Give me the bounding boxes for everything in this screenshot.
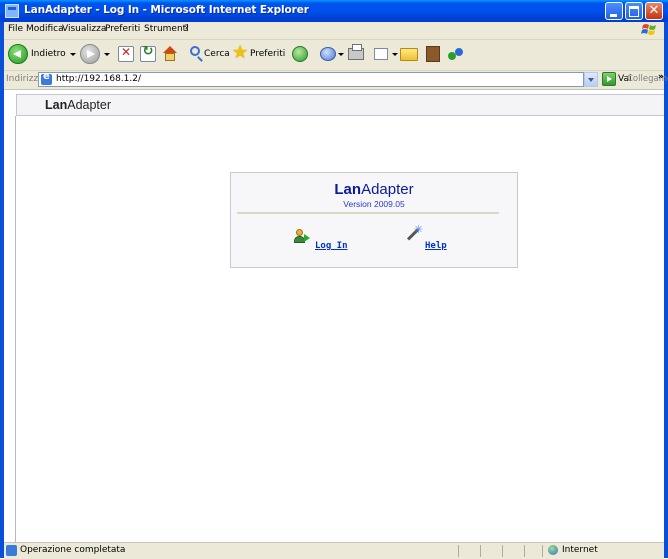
menu-strumenti[interactable]: Strumenti xyxy=(144,24,189,34)
close-icon: ✕ xyxy=(648,3,660,18)
help-link-label[interactable]: Help xyxy=(425,241,447,251)
magic-wand-icon[interactable]: ✳ xyxy=(403,223,423,245)
forward-dropdown-icon[interactable] xyxy=(104,53,110,56)
research-icon[interactable] xyxy=(426,46,440,62)
close-button[interactable]: ✕ xyxy=(645,2,663,20)
version-label: Version 2009.05 xyxy=(343,199,405,209)
print-icon[interactable] xyxy=(348,44,364,60)
status-divider xyxy=(458,545,459,557)
messenger-icon[interactable] xyxy=(448,46,466,62)
logo-rest: Adapter xyxy=(361,181,414,198)
favorites-button-label[interactable]: Preferiti xyxy=(250,49,285,59)
search-button-label[interactable]: Cerca xyxy=(204,49,230,59)
back-dropdown-icon[interactable] xyxy=(70,53,76,56)
address-input[interactable]: http://192.168.1.2/ xyxy=(38,71,584,87)
forward-arrow-icon[interactable] xyxy=(80,44,100,64)
go-arrow-icon[interactable] xyxy=(602,72,616,86)
panel-divider xyxy=(237,212,499,214)
edit-dropdown-icon[interactable] xyxy=(392,53,398,56)
logo-bold: Lan xyxy=(334,181,362,198)
favorites-star-icon[interactable]: ★ xyxy=(232,42,248,63)
page-banner: LanAdapter xyxy=(16,94,664,116)
banner-brand: LanAdapter xyxy=(45,98,111,112)
status-divider xyxy=(524,545,525,557)
menu-bar: File Modifica Visualizza Preferiti Strum… xyxy=(4,22,664,40)
login-panel: LanAdapter Version 2009.05 Log In ✳ Help xyxy=(230,172,518,268)
ie-window: LanAdapter - Log In - Microsoft Internet… xyxy=(0,0,668,559)
banner-brand-rest: Adapter xyxy=(67,98,112,112)
address-url[interactable]: http://192.168.1.2/ xyxy=(56,74,141,84)
internet-zone-icon xyxy=(548,545,558,555)
user-login-icon[interactable] xyxy=(293,229,311,245)
menu-file[interactable]: File xyxy=(8,24,23,34)
page-status-icon xyxy=(6,545,17,556)
status-bar: Operazione completata Internet xyxy=(4,542,664,559)
banner-brand-bold: Lan xyxy=(45,98,68,112)
status-text: Operazione completata xyxy=(20,545,126,555)
page-icon xyxy=(41,71,52,85)
back-button-label[interactable]: Indietro xyxy=(31,49,66,59)
standard-toolbar: Indietro Cerca ★ Preferiti xyxy=(4,40,664,71)
status-divider xyxy=(502,545,503,557)
refresh-icon[interactable] xyxy=(140,44,156,62)
window-title: LanAdapter - Log In - Microsoft Internet… xyxy=(24,4,309,16)
history-icon[interactable] xyxy=(292,46,308,62)
menu-help[interactable]: ? xyxy=(184,24,189,34)
title-bar[interactable]: LanAdapter - Log In - Microsoft Internet… xyxy=(0,0,668,22)
ie-page-icon xyxy=(5,4,19,18)
menu-preferiti[interactable]: Preferiti xyxy=(105,24,140,34)
edit-icon[interactable] xyxy=(374,48,388,60)
minimize-button[interactable] xyxy=(605,2,623,20)
page-content: LanAdapter LanAdapter Version 2009.05 Lo… xyxy=(4,90,664,542)
security-zone-label: Internet xyxy=(562,545,598,555)
maximize-button[interactable] xyxy=(625,2,643,20)
address-bar: Indirizzo http://192.168.1.2/ Vai Colleg… xyxy=(4,71,668,90)
windows-logo-icon xyxy=(641,24,656,35)
address-dropdown-icon[interactable] xyxy=(584,72,598,87)
frame-divider xyxy=(15,116,16,542)
menu-modifica[interactable]: Modifica xyxy=(26,24,64,34)
folder-icon[interactable] xyxy=(400,48,418,61)
status-divider xyxy=(480,545,481,557)
home-icon[interactable] xyxy=(162,46,178,62)
stop-icon[interactable] xyxy=(118,45,134,62)
status-divider xyxy=(542,545,543,557)
search-icon[interactable] xyxy=(190,46,200,56)
product-logo: LanAdapter xyxy=(231,181,517,198)
links-chevron-icon[interactable]: » xyxy=(658,72,664,82)
mail-icon[interactable] xyxy=(320,47,336,61)
menu-visualizza[interactable]: Visualizza xyxy=(62,24,106,34)
back-arrow-icon[interactable] xyxy=(8,44,28,64)
login-link-label[interactable]: Log In xyxy=(315,241,348,251)
mail-dropdown-icon[interactable] xyxy=(338,53,344,56)
